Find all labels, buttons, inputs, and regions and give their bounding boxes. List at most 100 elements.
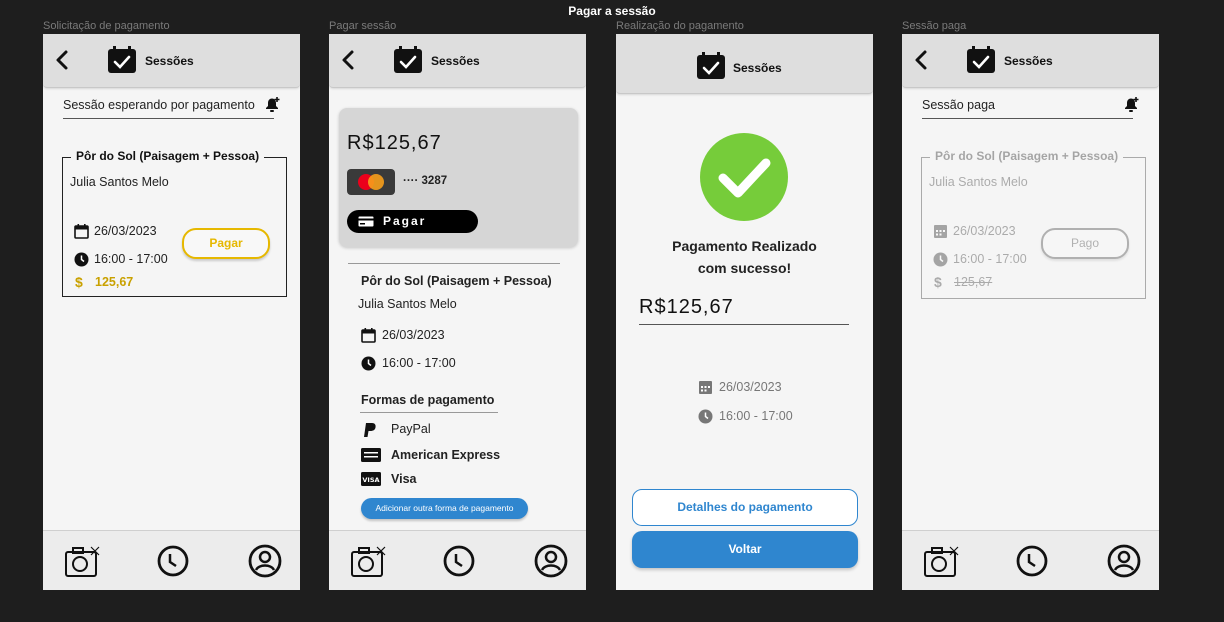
card-dots: ···· xyxy=(403,175,419,187)
phone-screen-processing: Sessões Pagamento Realizado com sucesso!… xyxy=(616,34,873,590)
session-title: Pôr do Sol (Paisagem + Pessoa) xyxy=(930,149,1124,163)
calendar-icon xyxy=(699,381,712,394)
credit-card-icon xyxy=(358,216,374,227)
payment-details-button[interactable]: Detalhes do pagamento xyxy=(632,489,858,526)
paid-time: 16:00 - 17:00 xyxy=(719,409,793,423)
calendar-check-icon xyxy=(108,46,136,73)
clock-icon xyxy=(698,409,713,424)
paid-date: 26/03/2023 xyxy=(719,380,782,394)
back-button[interactable]: Voltar xyxy=(632,531,858,568)
back-arrow-icon[interactable] xyxy=(339,48,359,72)
calendar-icon xyxy=(74,224,89,239)
bell-plus-icon[interactable] xyxy=(263,96,281,114)
payment-methods-heading: Formas de pagamento xyxy=(361,393,495,407)
paid-status-button: Pago xyxy=(1041,228,1129,259)
heading-underline xyxy=(922,118,1133,119)
mastercard-icon xyxy=(347,169,395,195)
session-card: Pôr do Sol (Paisagem + Pessoa) Julia San… xyxy=(921,149,1146,299)
canvas-title: Pagar a sessão xyxy=(568,4,656,18)
calendar-check-icon xyxy=(967,46,995,73)
calendar-check-icon xyxy=(697,52,725,79)
session-title: Pôr do Sol (Paisagem + Pessoa) xyxy=(71,149,265,163)
bell-plus-icon[interactable] xyxy=(1122,96,1140,114)
calendar-icon xyxy=(361,328,376,343)
history-clock-icon[interactable] xyxy=(441,543,477,579)
add-payment-method-button[interactable]: Adicionar outra forma de pagamento xyxy=(361,498,528,519)
phone-screen-paid: Sessões Sessão paga Pôr do Sol (Paisagem… xyxy=(902,34,1159,590)
phone-screen-request: Sessões Sessão esperando por pagamento P… xyxy=(43,34,300,590)
currency-symbol: $ xyxy=(934,274,942,290)
payment-method-label: PayPal xyxy=(391,422,431,436)
top-bar: Sessões xyxy=(329,34,586,88)
success-message-line2: com sucesso! xyxy=(697,260,792,276)
paypal-icon xyxy=(364,423,376,437)
session-title: Pôr do Sol (Paisagem + Pessoa) xyxy=(361,274,552,288)
payment-method-paypal[interactable]: PayPal xyxy=(361,420,541,440)
pay-card-button[interactable]: Pagar xyxy=(347,210,478,233)
card-last4: 3287 xyxy=(421,175,448,187)
top-bar: Sessões xyxy=(43,34,300,88)
session-date: 26/03/2023 xyxy=(94,224,157,238)
currency-symbol: $ xyxy=(75,274,83,290)
profile-icon[interactable] xyxy=(533,543,569,579)
pay-button[interactable]: Pagar xyxy=(182,228,270,259)
calendar-check-icon xyxy=(394,46,422,73)
phone-screen-pay: Sessões R$125,67 ···· 3287 Pagar Pôr do … xyxy=(329,34,586,590)
camera-icon[interactable] xyxy=(65,543,101,579)
payment-method-amex[interactable]: American Express xyxy=(361,446,541,466)
topbar-title: Sessões xyxy=(1004,54,1053,68)
bottom-nav xyxy=(43,530,300,590)
back-arrow-icon[interactable] xyxy=(53,48,73,72)
heading-underline xyxy=(63,118,274,119)
topbar-title: Sessões xyxy=(145,54,194,68)
success-message-line1: Pagamento Realizado xyxy=(672,238,817,254)
topbar-title: Sessões xyxy=(733,61,782,75)
client-name: Julia Santos Melo xyxy=(358,297,457,311)
client-name: Julia Santos Melo xyxy=(70,175,169,189)
session-time: 16:00 - 17:00 xyxy=(382,356,456,370)
session-time: 16:00 - 17:00 xyxy=(94,252,168,266)
clock-icon xyxy=(361,356,376,371)
divider xyxy=(348,263,560,264)
client-name: Julia Santos Melo xyxy=(929,175,1028,189)
back-arrow-icon[interactable] xyxy=(912,48,932,72)
history-clock-icon[interactable] xyxy=(1014,543,1050,579)
payment-method-label: Visa xyxy=(391,472,417,486)
session-card: Pôr do Sol (Paisagem + Pessoa) Julia San… xyxy=(62,149,287,297)
profile-icon[interactable] xyxy=(1106,543,1142,579)
clock-icon xyxy=(933,252,948,267)
payment-amount: R$125,67 xyxy=(347,132,442,154)
paid-amount: R$125,67 xyxy=(639,296,734,318)
methods-underline xyxy=(360,412,498,413)
calendar-icon xyxy=(934,225,947,238)
visa-icon: VISA xyxy=(361,472,381,486)
card-number-mask: ···· 3287 xyxy=(403,175,447,187)
amount-underline xyxy=(639,324,849,325)
payment-method-visa[interactable]: VISA Visa xyxy=(361,470,541,490)
payment-card: R$125,67 ···· 3287 Pagar xyxy=(339,108,578,247)
success-check-icon xyxy=(700,133,788,221)
session-date: 26/03/2023 xyxy=(382,328,445,342)
pay-card-label: Pagar xyxy=(383,214,427,228)
history-clock-icon[interactable] xyxy=(155,543,191,579)
frame-label-pay: Pagar sessão xyxy=(329,20,397,32)
section-heading: Sessão esperando por pagamento xyxy=(63,98,255,112)
session-price-paid: 125,67 xyxy=(954,275,993,289)
bottom-nav xyxy=(329,530,586,590)
svg-text:VISA: VISA xyxy=(362,476,379,484)
bottom-nav xyxy=(902,530,1159,590)
frame-label-request: Solicitação de pagamento xyxy=(43,20,170,32)
camera-icon[interactable] xyxy=(351,543,387,579)
amex-icon xyxy=(361,448,381,462)
clock-icon xyxy=(74,252,89,267)
profile-icon[interactable] xyxy=(247,543,283,579)
section-heading: Sessão paga xyxy=(922,98,995,112)
camera-icon[interactable] xyxy=(924,543,960,579)
session-date: 26/03/2023 xyxy=(953,224,1016,238)
top-bar: Sessões xyxy=(902,34,1159,88)
top-bar: Sessões xyxy=(616,34,873,94)
session-price: 125,67 xyxy=(95,275,134,289)
payment-method-label: American Express xyxy=(391,448,501,462)
frame-label-processing: Realização do pagamento xyxy=(616,20,744,32)
topbar-title: Sessões xyxy=(431,54,480,68)
